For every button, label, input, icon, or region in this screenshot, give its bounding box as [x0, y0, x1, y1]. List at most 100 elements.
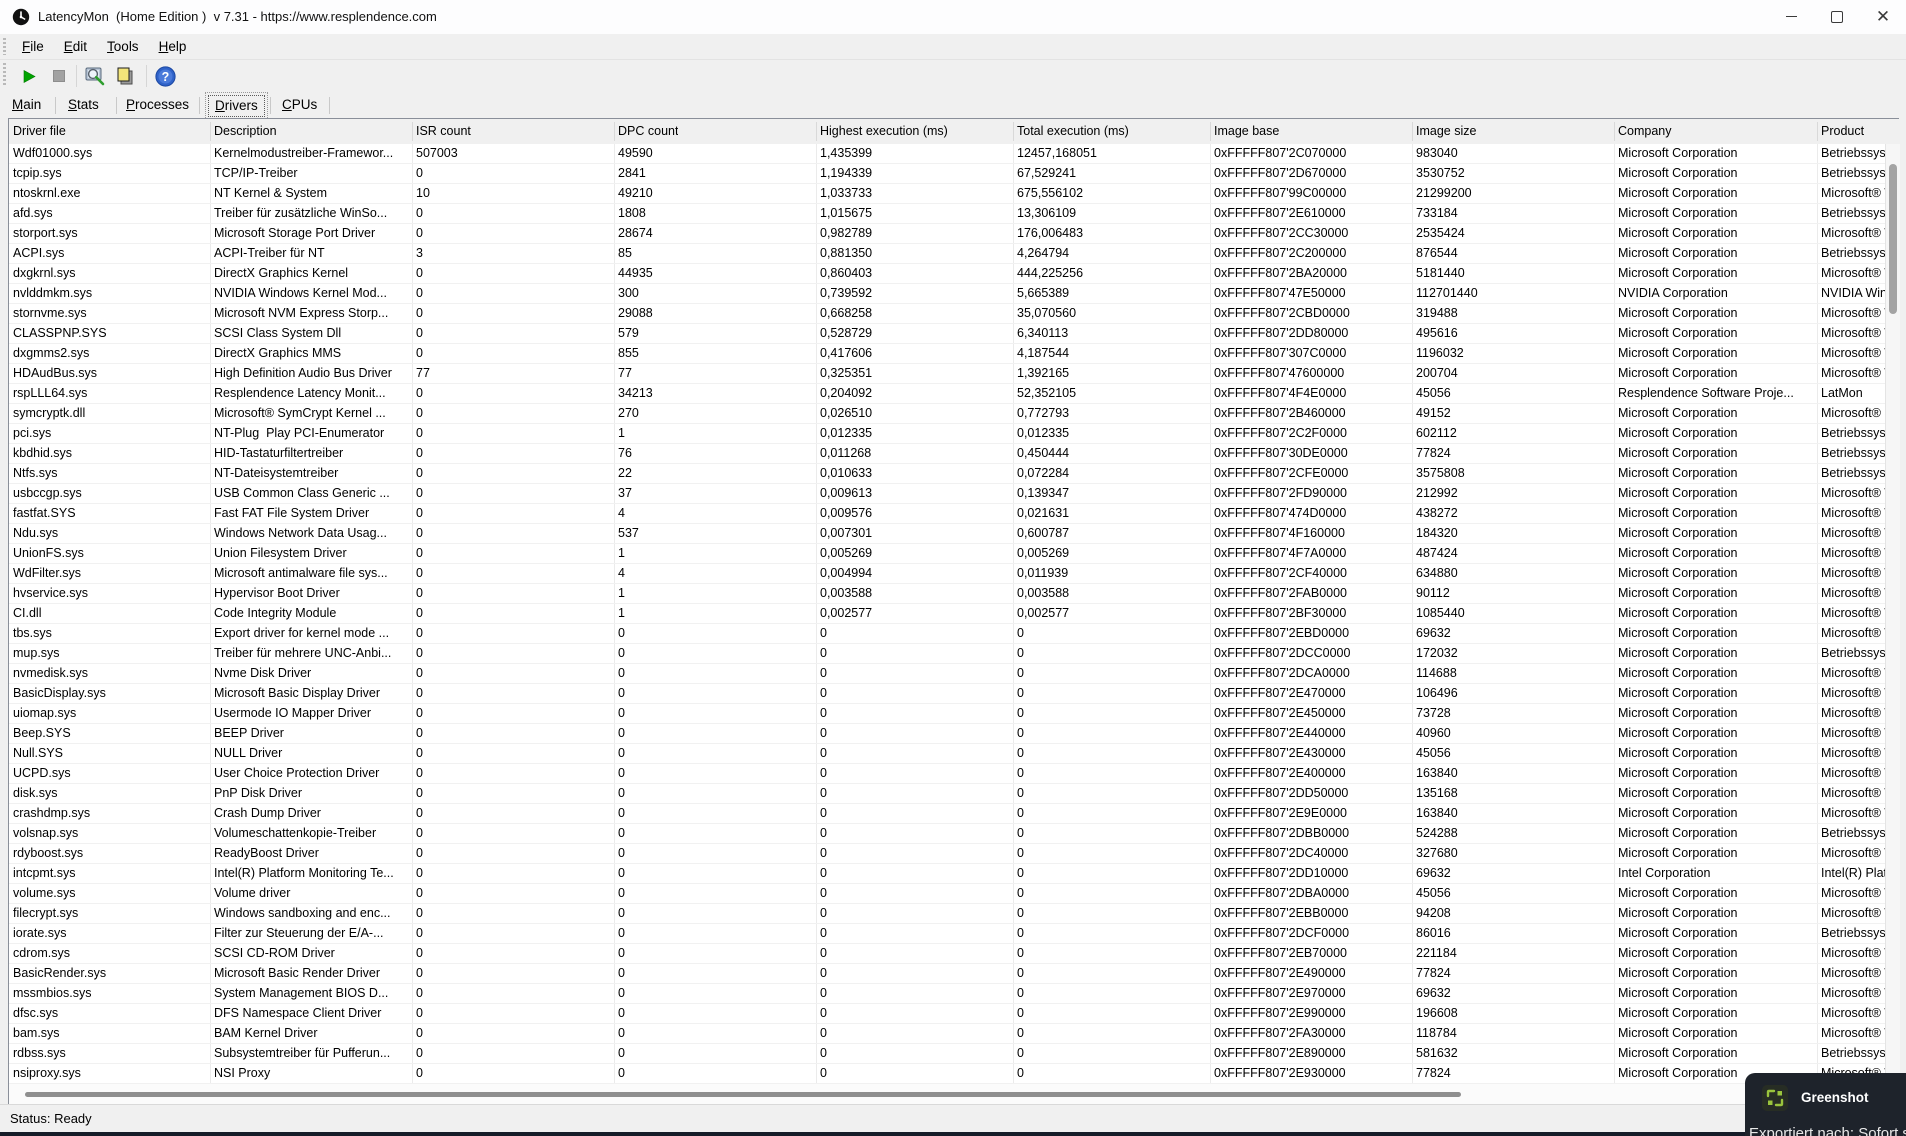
- menu-help[interactable]: Help: [149, 36, 197, 57]
- table-row[interactable]: CLASSPNP.SYS SCSI Class System Dll 0 579 0,5…: [9, 324, 1885, 344]
- table-row[interactable]: nsiproxy.sys NSI Proxy 0 0 0 0 0xFFFFF807'2E93…: [9, 1064, 1885, 1084]
- table-row[interactable]: BasicDisplay.sys Microsoft Basic Display …: [9, 684, 1885, 704]
- stop-monitor-button[interactable]: [46, 64, 72, 88]
- table-row[interactable]: symcryptk.dll Microsoft® SymCrypt Kernel …: [9, 404, 1885, 424]
- table-row[interactable]: nvlddmkm.sys NVIDIA Windows Kernel Mod...…: [9, 284, 1885, 304]
- cell-dpc-count: 44935: [618, 266, 653, 280]
- table-row[interactable]: Ndu.sys Windows Network Data Usag... 0 537 0…: [9, 524, 1885, 544]
- cell-driver-file: dxgkrnl.sys: [13, 266, 76, 280]
- cell-highest-execution: 0: [820, 626, 827, 640]
- table-row[interactable]: rspLLL64.sys Resplendence Latency Monit..…: [9, 384, 1885, 404]
- cell-driver-file: afd.sys: [13, 206, 53, 220]
- tab-drivers[interactable]: Drivers: [205, 92, 268, 120]
- table-row[interactable]: UCPD.sys User Choice Protection Driver 0 0 0…: [9, 764, 1885, 784]
- cell-highest-execution: 0: [820, 986, 827, 1000]
- copy-report-button[interactable]: [112, 64, 138, 88]
- table-row[interactable]: tcpip.sys TCP/IP-Treiber 0 2841 1,194339 67,5…: [9, 164, 1885, 184]
- menu-file[interactable]: File: [12, 36, 54, 57]
- table-row[interactable]: ACPI.sys ACPI-Treiber für NT 3 85 0,881350 4,…: [9, 244, 1885, 264]
- table-row[interactable]: kbdhid.sys HID-Tastaturfiltertreiber 0 76 0,…: [9, 444, 1885, 464]
- table-row[interactable]: mssmbios.sys System Management BIOS D... 0…: [9, 984, 1885, 1004]
- cell-highest-execution: 0: [820, 966, 827, 980]
- horizontal-scrollbar-thumb[interactable]: [25, 1092, 1461, 1097]
- help-button[interactable]: ?: [152, 64, 178, 88]
- table-row[interactable]: ntoskrnl.exe NT Kernel & System 10 49210 1,0…: [9, 184, 1885, 204]
- cell-product: Betriebssyst: [1821, 826, 1885, 840]
- table-row[interactable]: cdrom.sys SCSI CD-ROM Driver 0 0 0 0 0xFFFFF80…: [9, 944, 1885, 964]
- cell-image-base: 0xFFFFF807'2FD90000: [1214, 486, 1347, 500]
- tab-separator: [55, 97, 56, 114]
- maximize-button[interactable]: [1814, 0, 1860, 33]
- table-row[interactable]: disk.sys PnP Disk Driver 0 0 0 0 0xFFFFF807'2D…: [9, 784, 1885, 804]
- table-row[interactable]: stornvme.sys Microsoft NVM Express Storp.…: [9, 304, 1885, 324]
- close-button[interactable]: ✕: [1860, 0, 1906, 33]
- table-row[interactable]: crashdmp.sys Crash Dump Driver 0 0 0 0 0xFFFFF…: [9, 804, 1885, 824]
- column-header-company[interactable]: Company: [1618, 119, 1672, 144]
- menu-edit[interactable]: Edit: [54, 36, 97, 57]
- table-row[interactable]: iorate.sys Filter zur Steuerung der E/A-.…: [9, 924, 1885, 944]
- cell-highest-execution: 0: [820, 926, 827, 940]
- title-bar: LatencyMon (Home Edition ) v 7.31 - http…: [0, 0, 1906, 35]
- table-row[interactable]: rdyboost.sys ReadyBoost Driver 0 0 0 0 0xFFFFF…: [9, 844, 1885, 864]
- cell-company: Microsoft Corporation: [1618, 766, 1738, 780]
- report-wizard-button[interactable]: [82, 64, 108, 88]
- menu-tools[interactable]: Tools: [97, 36, 149, 57]
- table-row[interactable]: hvservice.sys Hypervisor Boot Driver 0 1 0,0…: [9, 584, 1885, 604]
- table-row[interactable]: Ntfs.sys NT-Dateisystemtreiber 0 22 0,010633…: [9, 464, 1885, 484]
- table-row[interactable]: dxgmms2.sys DirectX Graphics MMS 0 855 0,417…: [9, 344, 1885, 364]
- table-row[interactable]: storport.sys Microsoft Storage Port Drive…: [9, 224, 1885, 244]
- column-header-driver-file[interactable]: Driver file: [13, 119, 66, 144]
- tab-processes[interactable]: Processes: [120, 95, 195, 115]
- column-header-total-execution[interactable]: Total execution (ms): [1017, 119, 1129, 144]
- table-row[interactable]: volsnap.sys Volumeschattenkopie-Treiber 0 0…: [9, 824, 1885, 844]
- column-header-description[interactable]: Description: [214, 119, 277, 144]
- column-header-product[interactable]: Product: [1821, 119, 1864, 144]
- table-row[interactable]: intcpmt.sys Intel(R) Platform Monitoring …: [9, 864, 1885, 884]
- column-header-image-size[interactable]: Image size: [1416, 119, 1476, 144]
- cell-dpc-count: 49210: [618, 186, 653, 200]
- table-row[interactable]: bam.sys BAM Kernel Driver 0 0 0 0 0xFFFFF807'2…: [9, 1024, 1885, 1044]
- table-row[interactable]: fastfat.SYS Fast FAT File System Driver 0 4…: [9, 504, 1885, 524]
- table-row[interactable]: filecrypt.sys Windows sandboxing and enc.…: [9, 904, 1885, 924]
- table-row[interactable]: Null.SYS NULL Driver 0 0 0 0 0xFFFFF807'2E4300…: [9, 744, 1885, 764]
- table-row[interactable]: afd.sys Treiber für zusätzliche WinSo... 0…: [9, 204, 1885, 224]
- table-row[interactable]: UnionFS.sys Union Filesystem Driver 0 1 0,00…: [9, 544, 1885, 564]
- horizontal-scrollbar[interactable]: [9, 1084, 1885, 1105]
- table-row[interactable]: Beep.SYS BEEP Driver 0 0 0 0 0xFFFFF807'2E4400…: [9, 724, 1885, 744]
- table-row[interactable]: tbs.sys Export driver for kernel mode ...…: [9, 624, 1885, 644]
- vertical-scrollbar-thumb[interactable]: [1889, 164, 1897, 314]
- greenshot-toast[interactable]: Greenshot Exportiert nach: Sofort s: [1745, 1073, 1906, 1136]
- cell-company: Microsoft Corporation: [1618, 706, 1738, 720]
- table-row[interactable]: dxgkrnl.sys DirectX Graphics Kernel 0 44935…: [9, 264, 1885, 284]
- tab-main[interactable]: Main: [6, 95, 47, 115]
- cell-dpc-count: 29088: [618, 306, 653, 320]
- table-row[interactable]: usbccgp.sys USB Common Class Generic ... 0…: [9, 484, 1885, 504]
- column-header-image-base[interactable]: Image base: [1214, 119, 1279, 144]
- vertical-scrollbar[interactable]: [1885, 144, 1900, 1084]
- cell-description: User Choice Protection Driver: [214, 766, 380, 780]
- start-monitor-button[interactable]: [16, 64, 42, 88]
- table-row[interactable]: mup.sys Treiber für mehrere UNC-Anbi... 0 0…: [9, 644, 1885, 664]
- minimize-button[interactable]: [1768, 0, 1814, 33]
- table-row[interactable]: uiomap.sys Usermode IO Mapper Driver 0 0 0 0 0…: [9, 704, 1885, 724]
- table-row[interactable]: dfsc.sys DFS Namespace Client Driver 0 0 0 0 0…: [9, 1004, 1885, 1024]
- table-row[interactable]: WdFilter.sys Microsoft antimalware file s…: [9, 564, 1885, 584]
- column-header-isr-count[interactable]: ISR count: [416, 119, 471, 144]
- cell-isr-count: 0: [416, 466, 423, 480]
- column-header-highest-execution[interactable]: Highest execution (ms): [820, 119, 948, 144]
- cell-image-size: 73728: [1416, 706, 1451, 720]
- table-row[interactable]: pci.sys NT-Plug Play PCI-Enumerator 0 1 0,01…: [9, 424, 1885, 444]
- cell-driver-file: intcpmt.sys: [13, 866, 76, 880]
- table-row[interactable]: nvmedisk.sys Nvme Disk Driver 0 0 0 0 0xFFFFF8…: [9, 664, 1885, 684]
- column-header-dpc-count[interactable]: DPC count: [618, 119, 678, 144]
- tab-cpus[interactable]: CPUs: [276, 95, 323, 115]
- table-row[interactable]: BasicRender.sys Microsoft Basic Render Dr…: [9, 964, 1885, 984]
- table-row[interactable]: rdbss.sys Subsystemtreiber für Pufferun..…: [9, 1044, 1885, 1064]
- table-row[interactable]: CI.dll Code Integrity Module 0 1 0,002577 0,0…: [9, 604, 1885, 624]
- table-row[interactable]: volume.sys Volume driver 0 0 0 0 0xFFFFF807'2D…: [9, 884, 1885, 904]
- table-row[interactable]: Wdf01000.sys Kernelmodustreiber-Framewor.…: [9, 144, 1885, 164]
- cell-dpc-count: 1: [618, 426, 625, 440]
- tab-stats[interactable]: Stats: [62, 95, 105, 115]
- table-row[interactable]: HDAudBus.sys High Definition Audio Bus Dr…: [9, 364, 1885, 384]
- menu-bar: File Edit Tools Help: [0, 34, 1906, 60]
